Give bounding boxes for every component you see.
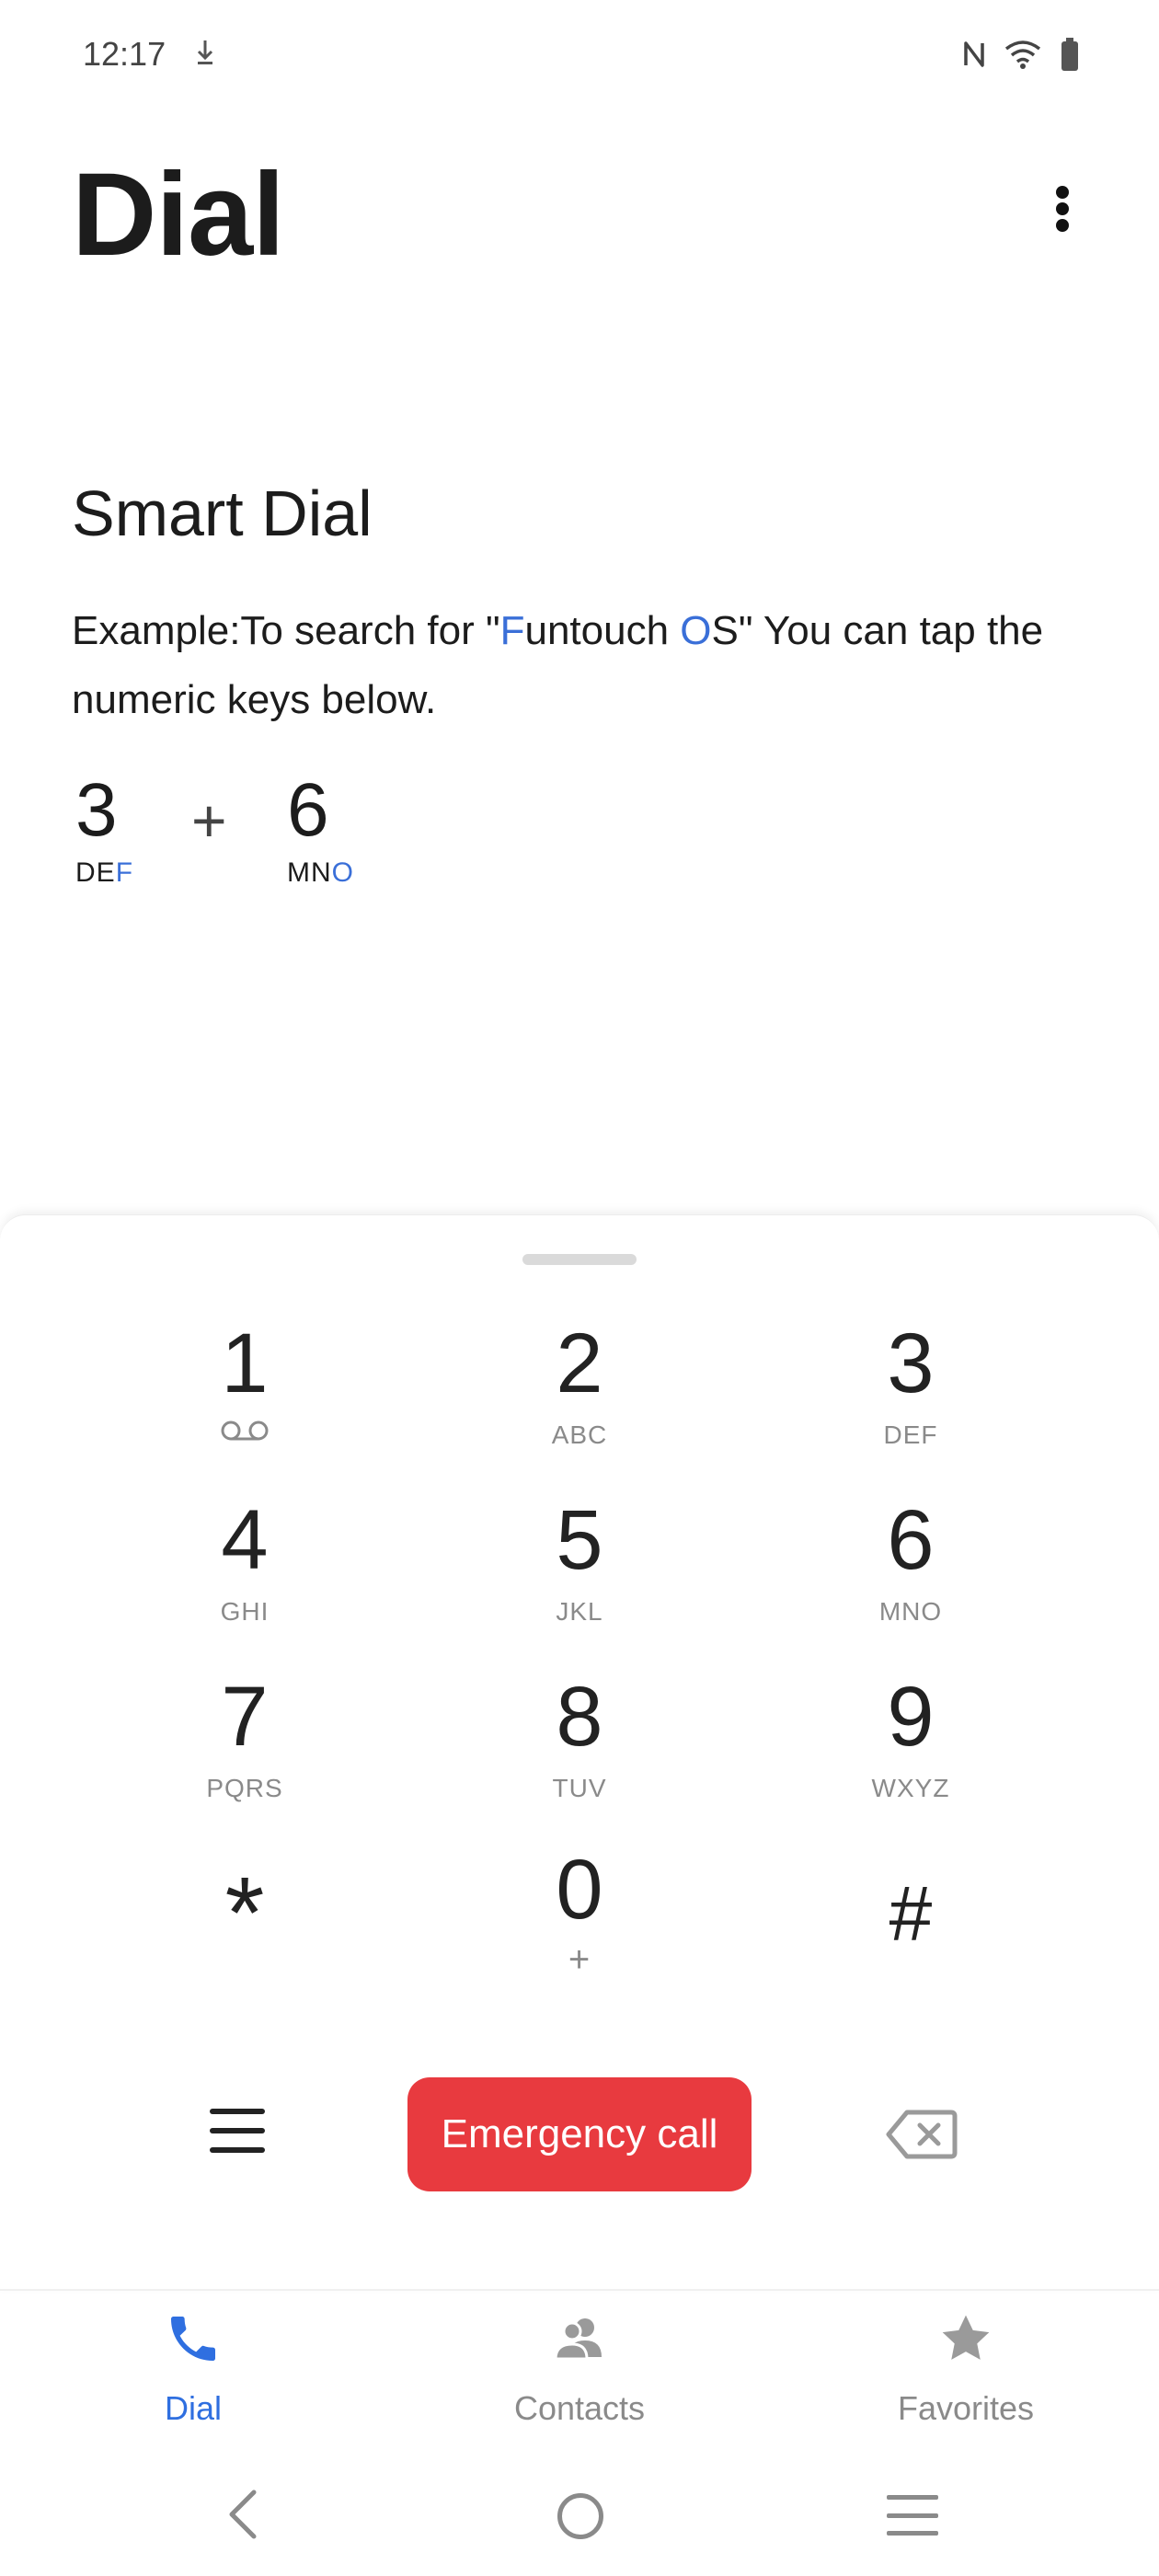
nfc-icon bbox=[962, 40, 986, 74]
key-2[interactable]: 2 ABC bbox=[442, 1317, 717, 1483]
tab-divider bbox=[0, 2289, 1159, 2291]
hint-example-key-3: 3 DEF bbox=[75, 769, 133, 889]
hint-letters-text: MN bbox=[287, 857, 332, 888]
recents-line bbox=[887, 2531, 938, 2536]
nav-home-button[interactable] bbox=[557, 2493, 603, 2539]
hint-key-digit: 6 bbox=[287, 768, 329, 852]
key-star[interactable]: * bbox=[107, 1849, 383, 2015]
phone-icon bbox=[164, 2309, 223, 2373]
key-letters: DEF bbox=[883, 1420, 938, 1449]
back-icon bbox=[221, 2490, 265, 2544]
key-letters: + bbox=[568, 1939, 591, 1980]
backspace-icon bbox=[885, 2110, 958, 2166]
key-letters: PQRS bbox=[206, 1774, 283, 1802]
key-letters: TUV bbox=[552, 1774, 607, 1802]
tab-label: Contacts bbox=[513, 2389, 646, 2427]
key-digit: 4 bbox=[221, 1493, 269, 1587]
hint-plus-sign: + bbox=[191, 787, 227, 855]
key-letters: MNO bbox=[878, 1597, 943, 1626]
key-letters: WXYZ bbox=[871, 1774, 950, 1802]
hint-letters-text: DE bbox=[75, 857, 116, 888]
recents-line bbox=[887, 2513, 938, 2518]
key-9[interactable]: 9 WXYZ bbox=[773, 1671, 1049, 1836]
hint-text-part: untouch bbox=[524, 608, 681, 653]
drag-handle[interactable] bbox=[522, 1254, 637, 1265]
download-icon bbox=[195, 39, 215, 71]
key-1[interactable]: 1 bbox=[107, 1317, 383, 1483]
page-title: Dial bbox=[72, 149, 285, 281]
tab-label: Dial bbox=[164, 2389, 222, 2427]
key-digit: 7 bbox=[221, 1670, 269, 1764]
key-7[interactable]: 7 PQRS bbox=[107, 1671, 383, 1836]
key-digit: * bbox=[224, 1857, 265, 1970]
dialpad-menu-button[interactable] bbox=[204, 2103, 270, 2158]
star-icon bbox=[936, 2309, 995, 2373]
status-bar: 12:17 bbox=[0, 0, 1159, 110]
key-5[interactable]: 5 JKL bbox=[442, 1494, 717, 1660]
tab-label: Favorites bbox=[897, 2389, 1035, 2427]
more-options-button[interactable] bbox=[1039, 177, 1085, 241]
key-hash[interactable]: # bbox=[773, 1849, 1049, 2015]
hint-text-part: Example:To search for " bbox=[72, 608, 500, 653]
smart-dial-title: Smart Dial bbox=[72, 477, 373, 549]
hint-key-digit: 3 bbox=[75, 768, 118, 852]
key-digit: 3 bbox=[887, 1317, 935, 1410]
key-digit: 9 bbox=[887, 1670, 935, 1764]
wifi-icon bbox=[1004, 40, 1041, 74]
backspace-button[interactable] bbox=[885, 2107, 958, 2162]
nav-back-button[interactable] bbox=[221, 2489, 265, 2540]
tab-dial[interactable]: Dial bbox=[55, 2309, 331, 2438]
hint-letters-highlight: O bbox=[331, 857, 354, 888]
more-dot-icon bbox=[1056, 202, 1069, 215]
contacts-icon bbox=[550, 2309, 609, 2373]
key-3[interactable]: 3 DEF bbox=[773, 1317, 1049, 1483]
hint-highlight: O bbox=[680, 608, 712, 653]
recents-line bbox=[887, 2495, 938, 2500]
hint-example-key-6: 6 MNO bbox=[287, 769, 354, 889]
more-dot-icon bbox=[1056, 186, 1069, 199]
key-digit: 2 bbox=[556, 1317, 603, 1410]
key-4[interactable]: 4 GHI bbox=[107, 1494, 383, 1660]
tab-contacts[interactable]: Contacts bbox=[442, 2309, 717, 2438]
menu-line bbox=[210, 2128, 265, 2133]
key-6[interactable]: 6 MNO bbox=[773, 1494, 1049, 1660]
key-digit: 1 bbox=[221, 1317, 269, 1410]
key-letters: ABC bbox=[551, 1420, 608, 1449]
voicemail-icon bbox=[220, 1419, 270, 1447]
hint-letters-highlight: F bbox=[115, 857, 134, 888]
battery-icon bbox=[1060, 37, 1080, 76]
status-icons bbox=[962, 37, 1080, 76]
menu-line bbox=[210, 2109, 265, 2114]
key-letters: GHI bbox=[220, 1597, 270, 1626]
more-dot-icon bbox=[1056, 219, 1069, 232]
key-letters: JKL bbox=[556, 1597, 603, 1626]
hint-highlight: F bbox=[499, 608, 525, 653]
menu-line bbox=[210, 2147, 265, 2153]
key-digit: # bbox=[889, 1870, 933, 1957]
key-0[interactable]: 0 + bbox=[442, 1844, 717, 2009]
tab-favorites[interactable]: Favorites bbox=[828, 2309, 1104, 2438]
key-8[interactable]: 8 TUV bbox=[442, 1671, 717, 1836]
key-digit: 6 bbox=[887, 1493, 935, 1587]
hint-key-letters: DEF bbox=[75, 857, 133, 889]
status-time: 12:17 bbox=[83, 35, 166, 73]
key-digit: 8 bbox=[556, 1670, 603, 1764]
smart-dial-description: Example:To search for "Funtouch OS" You … bbox=[72, 596, 1093, 734]
nav-recents-button[interactable] bbox=[887, 2495, 938, 2536]
key-digit: 5 bbox=[556, 1493, 603, 1587]
key-digit: 0 bbox=[556, 1843, 603, 1937]
emergency-call-button[interactable]: Emergency call bbox=[407, 2077, 752, 2191]
hint-key-letters: MNO bbox=[287, 857, 354, 889]
